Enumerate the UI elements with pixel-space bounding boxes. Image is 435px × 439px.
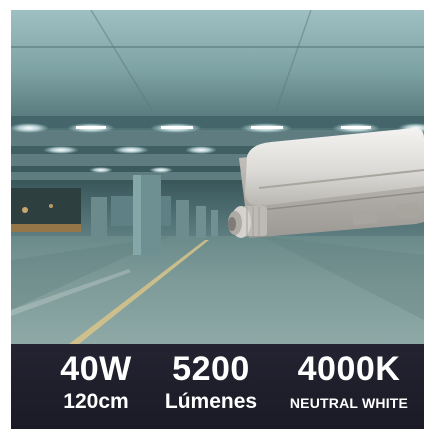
spec-band: 40W 120cm 5200 Lúmenes 4000K NEUTRAL WHI… [11, 344, 424, 429]
garage-scene-illustration [11, 10, 424, 344]
lumens-value: 5200 [172, 350, 250, 388]
lumens-label: Lúmenes [164, 390, 258, 413]
spec-color-temperature: 4000K NEUTRAL WHITE [279, 350, 419, 416]
spec-lumens: 5200 Lúmenes [156, 350, 266, 415]
product-banner: 40W 120cm 5200 Lúmenes 4000K NEUTRAL WHI… [0, 0, 435, 439]
color-temperature-value: 4000K [297, 350, 401, 388]
color-temperature-label: NEUTRAL WHITE [289, 395, 409, 411]
length-value: 120cm [63, 390, 129, 413]
power-value: 40W [60, 350, 132, 388]
spec-power: 40W 120cm [51, 350, 141, 415]
parking-garage-photo [11, 10, 424, 344]
